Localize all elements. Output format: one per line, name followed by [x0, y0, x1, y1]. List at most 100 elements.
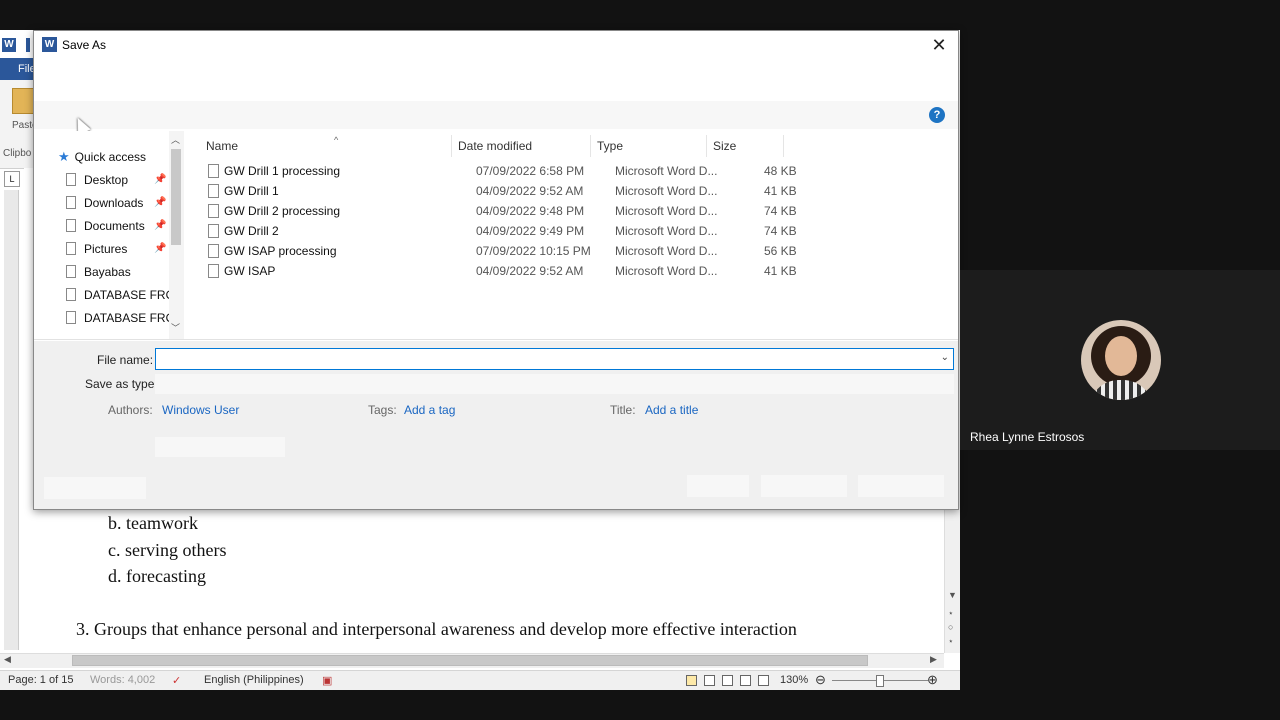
- divider: [34, 339, 958, 340]
- avatar-face: [1105, 336, 1137, 376]
- doc-line: d. forecasting: [108, 566, 206, 586]
- folder-icon: [66, 265, 76, 278]
- file-row[interactable]: GW Drill 1 processing 07/09/2022 6:58 PM…: [204, 161, 824, 181]
- web-layout-icon[interactable]: [722, 675, 733, 686]
- nav-item-database-2[interactable]: DATABASE FROM: [66, 308, 169, 328]
- file-date: 07/09/2022 10:15 PM: [476, 244, 591, 258]
- file-date: 04/09/2022 9:48 PM: [476, 204, 585, 218]
- file-size: 74 KB: [764, 204, 797, 218]
- file-row[interactable]: GW Drill 2 processing 04/09/2022 9:48 PM…: [204, 201, 824, 221]
- zoom-slider-thumb[interactable]: [876, 675, 884, 687]
- pin-icon: 📌: [154, 174, 167, 185]
- file-row[interactable]: GW ISAP processing 07/09/2022 10:15 PM M…: [204, 241, 824, 261]
- prev-page-icon[interactable]: ⋆: [948, 608, 954, 619]
- macro-record-icon[interactable]: ▣: [322, 674, 332, 687]
- save-button[interactable]: [761, 475, 847, 497]
- nav-scrollbar[interactable]: ︿ ﹀: [169, 131, 184, 339]
- quick-access-icon[interactable]: [26, 38, 30, 52]
- file-size: 41 KB: [764, 264, 797, 278]
- vertical-ruler: [4, 190, 19, 650]
- tags-label: Tags:: [368, 403, 397, 417]
- nav-item-bayabas[interactable]: Bayabas: [66, 262, 184, 282]
- column-header-size[interactable]: Size: [707, 135, 784, 157]
- file-size: 48 KB: [764, 164, 797, 178]
- chevron-down-icon[interactable]: ⌄: [941, 352, 949, 363]
- file-type: Microsoft Word D...: [615, 204, 718, 218]
- add-tag-link[interactable]: Add a tag: [404, 403, 455, 417]
- add-title-link[interactable]: Add a title: [645, 403, 698, 417]
- nav-scroll-thumb[interactable]: [171, 149, 181, 245]
- word-app-icon: W: [42, 37, 57, 52]
- nav-item-quick-access[interactable]: ★ Quick access: [58, 147, 176, 167]
- save-as-dialog: W Save As ✕ ? ★ Quick access Desktop 📌 Do…: [33, 30, 959, 510]
- help-icon[interactable]: ?: [929, 107, 945, 123]
- column-header-type[interactable]: Type: [591, 135, 707, 157]
- dialog-title: Save As: [62, 38, 107, 52]
- document-icon: [208, 224, 219, 238]
- scroll-right-icon[interactable]: ▶: [930, 654, 937, 665]
- file-size: 56 KB: [764, 244, 797, 258]
- navigation-pane[interactable]: ★ Quick access Desktop 📌 Downloads 📌 Docu…: [34, 131, 184, 339]
- draft-icon[interactable]: [758, 675, 769, 686]
- nav-item-label: Desktop: [84, 173, 129, 187]
- file-row[interactable]: GW Drill 2 04/09/2022 9:49 PM Microsoft …: [204, 221, 824, 241]
- horizontal-scrollbar[interactable]: ◀ ▶: [0, 653, 944, 668]
- file-date: 07/09/2022 6:58 PM: [476, 164, 585, 178]
- outline-icon[interactable]: [740, 675, 751, 686]
- hide-folders-button[interactable]: [44, 477, 146, 499]
- authors-label: Authors:: [108, 403, 153, 417]
- zoom-in-icon[interactable]: ⊕: [927, 672, 938, 688]
- folder-icon: [66, 219, 76, 232]
- chevron-down-icon[interactable]: ﹀: [171, 321, 180, 334]
- browse-object-icon[interactable]: ○: [948, 622, 953, 632]
- pin-icon: 📌: [154, 220, 167, 231]
- tab-selector[interactable]: L: [4, 171, 20, 187]
- chevron-up-icon[interactable]: ︿: [171, 133, 180, 146]
- full-screen-reading-icon[interactable]: [704, 675, 715, 686]
- sort-up-icon: ^: [334, 135, 339, 145]
- document-icon: [208, 164, 219, 178]
- address-bar-area: [34, 101, 958, 129]
- document-icon: [208, 204, 219, 218]
- zoom-level[interactable]: 130%: [780, 674, 808, 686]
- file-name-field[interactable]: ⌄: [155, 348, 954, 370]
- column-header-date[interactable]: Date modified: [452, 135, 591, 157]
- scroll-left-icon[interactable]: ◀: [4, 654, 11, 665]
- scroll-down-icon[interactable]: ▼: [948, 590, 957, 600]
- participant-name: Rhea Lynne Estrosos: [970, 430, 1085, 444]
- file-name: GW Drill 2: [224, 224, 279, 238]
- nav-item-database-1[interactable]: DATABASE FROM: [66, 285, 169, 305]
- tools-button[interactable]: [687, 475, 749, 497]
- column-header-name[interactable]: ^ Name: [200, 135, 452, 157]
- nav-item-label: Bayabas: [84, 265, 131, 279]
- document-icon: [208, 264, 219, 278]
- save-as-type-select[interactable]: [155, 374, 954, 394]
- cancel-button[interactable]: [858, 475, 944, 497]
- star-icon: ★: [58, 149, 70, 164]
- avatar-shirt: [1089, 380, 1153, 400]
- file-row[interactable]: GW ISAP 04/09/2022 9:52 AM Microsoft Wor…: [204, 261, 824, 281]
- proofing-icon[interactable]: ✓: [172, 674, 181, 687]
- language-indicator[interactable]: English (Philippines): [204, 674, 304, 686]
- file-list[interactable]: ^ Name Date modified Type Size GW Drill 1…: [186, 131, 958, 339]
- word-app-icon: W: [2, 38, 16, 52]
- file-date: 04/09/2022 9:52 AM: [476, 184, 584, 198]
- file-row[interactable]: GW Drill 1 04/09/2022 9:52 AM Microsoft …: [204, 181, 824, 201]
- close-button[interactable]: ✕: [926, 33, 952, 57]
- nav-item-label: DATABASE FROM: [84, 311, 169, 325]
- word-count[interactable]: Words: 4,002: [90, 674, 155, 686]
- horizontal-scroll-thumb[interactable]: [72, 655, 868, 666]
- file-type: Microsoft Word D...: [615, 244, 718, 258]
- doc-line: 3. Groups that enhance personal and inte…: [76, 619, 797, 639]
- authors-value[interactable]: Windows User: [162, 403, 239, 417]
- paste-icon[interactable]: [12, 88, 34, 114]
- page-count[interactable]: Page: 1 of 15: [8, 674, 73, 686]
- print-layout-icon[interactable]: [686, 675, 697, 686]
- clipboard-group-label: Clipbo: [3, 148, 32, 159]
- file-tab[interactable]: File: [0, 58, 36, 80]
- next-page-icon[interactable]: ⋆: [948, 636, 954, 647]
- file-name: GW Drill 1 processing: [224, 164, 341, 178]
- zoom-out-icon[interactable]: ⊖: [815, 672, 826, 688]
- save-thumbnail-checkbox[interactable]: [155, 437, 285, 457]
- file-name-input[interactable]: [160, 350, 934, 370]
